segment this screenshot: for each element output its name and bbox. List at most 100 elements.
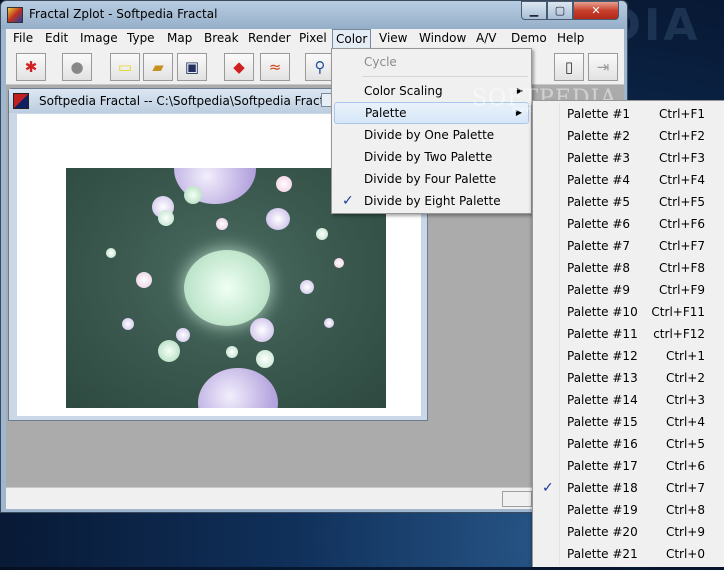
child-window-icon[interactable] <box>13 93 29 109</box>
menu-break[interactable]: Break <box>201 31 242 45</box>
tool-exit-button[interactable]: ⇥ <box>588 53 618 81</box>
palette-item-label: Palette #5 <box>567 195 631 209</box>
palette-item[interactable]: Palette #10 Ctrl+F11 <box>535 301 723 323</box>
palette-item-label: Palette #17 <box>567 459 638 473</box>
palette-item-label: Palette #15 <box>567 415 638 429</box>
palette-item-label: Palette #6 <box>567 217 631 231</box>
palette-item-label: Palette #3 <box>567 151 631 165</box>
palette-item[interactable]: Palette #19 Ctrl+8 <box>535 499 723 521</box>
fractal-blob <box>324 318 334 328</box>
menu-divide-eight[interactable]: ✓ Divide by Eight Palette <box>334 190 529 212</box>
palette-item-label: Palette #7 <box>567 239 631 253</box>
menu-divide-two-label: Divide by Two Palette <box>364 150 493 164</box>
palette-item[interactable]: Palette #17 Ctrl+6 <box>535 455 723 477</box>
menu-palette-label: Palette <box>365 106 407 120</box>
checkmark-icon: ✓ <box>342 193 354 209</box>
tool-new-button[interactable]: ▭ <box>110 53 140 81</box>
palette-item[interactable]: Palette #4 Ctrl+F4 <box>535 169 723 191</box>
new-file-icon: ▭ <box>117 58 133 76</box>
app-icon[interactable] <box>7 7 23 23</box>
palette-item[interactable]: Palette #15 Ctrl+4 <box>535 411 723 433</box>
menu-divide-two[interactable]: Divide by Two Palette <box>334 146 529 168</box>
fractal-blob <box>176 328 190 342</box>
palette-item-label: Palette #10 <box>567 305 638 319</box>
menu-divide-one[interactable]: Divide by One Palette <box>334 124 529 146</box>
maximize-button[interactable]: ▢ <box>547 1 573 20</box>
palette-item[interactable]: Palette #14 Ctrl+3 <box>535 389 723 411</box>
palette-item[interactable]: Palette #12 Ctrl+1 <box>535 345 723 367</box>
menu-map[interactable]: Map <box>164 31 195 45</box>
magnifier-icon: ⚲ <box>314 58 326 76</box>
palette-item-shortcut: Ctrl+3 <box>665 393 705 407</box>
menu-divide-eight-label: Divide by Eight Palette <box>364 194 501 208</box>
palette-item[interactable]: Palette #16 Ctrl+5 <box>535 433 723 455</box>
menu-render[interactable]: Render <box>245 31 294 45</box>
target-arrow-icon: ◆ <box>233 58 245 76</box>
palette-item-label: Palette #4 <box>567 173 631 187</box>
palette-item-label: Palette #8 <box>567 261 631 275</box>
menu-divide-one-label: Divide by One Palette <box>364 128 495 142</box>
palette-item-label: Palette #2 <box>567 129 631 143</box>
tool-zoom-point-button[interactable]: ◆ <box>224 53 254 81</box>
maximize-icon: ▢ <box>554 4 566 17</box>
menu-file[interactable]: File <box>10 31 36 45</box>
menu-type[interactable]: Type <box>124 31 158 45</box>
menu-image[interactable]: Image <box>77 31 121 45</box>
minimize-icon: ▁ <box>529 4 539 17</box>
palette-item[interactable]: Palette #7 Ctrl+F7 <box>535 235 723 257</box>
floppy-icon: ▣ <box>184 58 200 76</box>
menu-divide-four-label: Divide by Four Palette <box>364 172 497 186</box>
palette-item[interactable]: Palette #9 Ctrl+F9 <box>535 279 723 301</box>
menu-color[interactable]: Color <box>332 29 372 49</box>
title-bar[interactable]: Fractal Zplot - Softpedia Fractal ▁ ▢ ✕ <box>1 1 627 29</box>
palette-item[interactable]: Palette #5 Ctrl+F5 <box>535 191 723 213</box>
tool-stop-button[interactable]: ● <box>62 53 92 81</box>
palette-item[interactable]: Palette #8 Ctrl+F8 <box>535 257 723 279</box>
palette-item-shortcut: Ctrl+F5 <box>659 195 705 209</box>
palette-item[interactable]: Palette #2 Ctrl+F2 <box>535 125 723 147</box>
palette-item[interactable]: Palette #20 Ctrl+9 <box>535 521 723 543</box>
squiggle-icon: ≈ <box>268 58 282 76</box>
menu-pixel[interactable]: Pixel <box>296 31 330 45</box>
palette-item-shortcut: Ctrl+6 <box>665 459 705 473</box>
palette-item-shortcut: Ctrl+F6 <box>659 217 705 231</box>
fractal-blob <box>158 210 174 226</box>
tool-page-button[interactable]: ▯ <box>554 53 584 81</box>
palette-item[interactable]: ✓ Palette #18 Ctrl+7 <box>535 477 723 499</box>
menu-window[interactable]: Window <box>416 31 469 45</box>
palette-item[interactable]: Palette #11 ctrl+F12 <box>535 323 723 345</box>
palette-item-label: Palette #19 <box>567 503 638 517</box>
menu-demo[interactable]: Demo <box>508 31 550 45</box>
tool-pan-button[interactable]: ≈ <box>260 53 290 81</box>
menu-av[interactable]: A/V <box>473 31 499 45</box>
fractal-blob <box>216 218 228 230</box>
palette-item-label: Palette #9 <box>567 283 631 297</box>
palette-item[interactable]: Palette #6 Ctrl+F6 <box>535 213 723 235</box>
child-window-title: Softpedia Fractal -- C:\Softpedia\Softpe… <box>39 94 347 108</box>
palette-item-label: Palette #11 <box>567 327 638 341</box>
minimize-button[interactable]: ▁ <box>521 1 547 20</box>
tool-save-button[interactable]: ▣ <box>177 53 207 81</box>
close-button[interactable]: ✕ <box>573 1 619 20</box>
fractal-blob <box>198 368 278 408</box>
palette-item[interactable]: Palette #3 Ctrl+F3 <box>535 147 723 169</box>
palette-item-shortcut: Ctrl+0 <box>665 547 705 561</box>
palette-item-label: Palette #12 <box>567 349 638 363</box>
menu-edit[interactable]: Edit <box>42 31 71 45</box>
fractal-blob <box>226 346 238 358</box>
menu-divide-four[interactable]: Divide by Four Palette <box>334 168 529 190</box>
exit-icon: ⇥ <box>596 58 610 76</box>
tool-open-button[interactable]: ▰ <box>143 53 173 81</box>
palette-item[interactable]: Palette #1 Ctrl+F1 <box>535 103 723 125</box>
menu-cycle[interactable]: Cycle <box>334 51 529 73</box>
palette-item[interactable]: Palette #21 Ctrl+0 <box>535 543 723 565</box>
menu-cycle-label: Cycle <box>364 55 397 69</box>
checkmark-icon: ✓ <box>542 480 554 496</box>
palette-submenu: Palette #1 Ctrl+F1 Palette #2 Ctrl+F2 Palett… <box>532 100 724 567</box>
palette-item[interactable]: Palette #13 Ctrl+2 <box>535 367 723 389</box>
menu-help[interactable]: Help <box>554 31 587 45</box>
palette-item-shortcut: Ctrl+9 <box>665 525 705 539</box>
menu-view[interactable]: View <box>376 31 410 45</box>
tool-fractal-button[interactable]: ✱ <box>16 53 46 81</box>
fractal-blob <box>136 272 152 288</box>
